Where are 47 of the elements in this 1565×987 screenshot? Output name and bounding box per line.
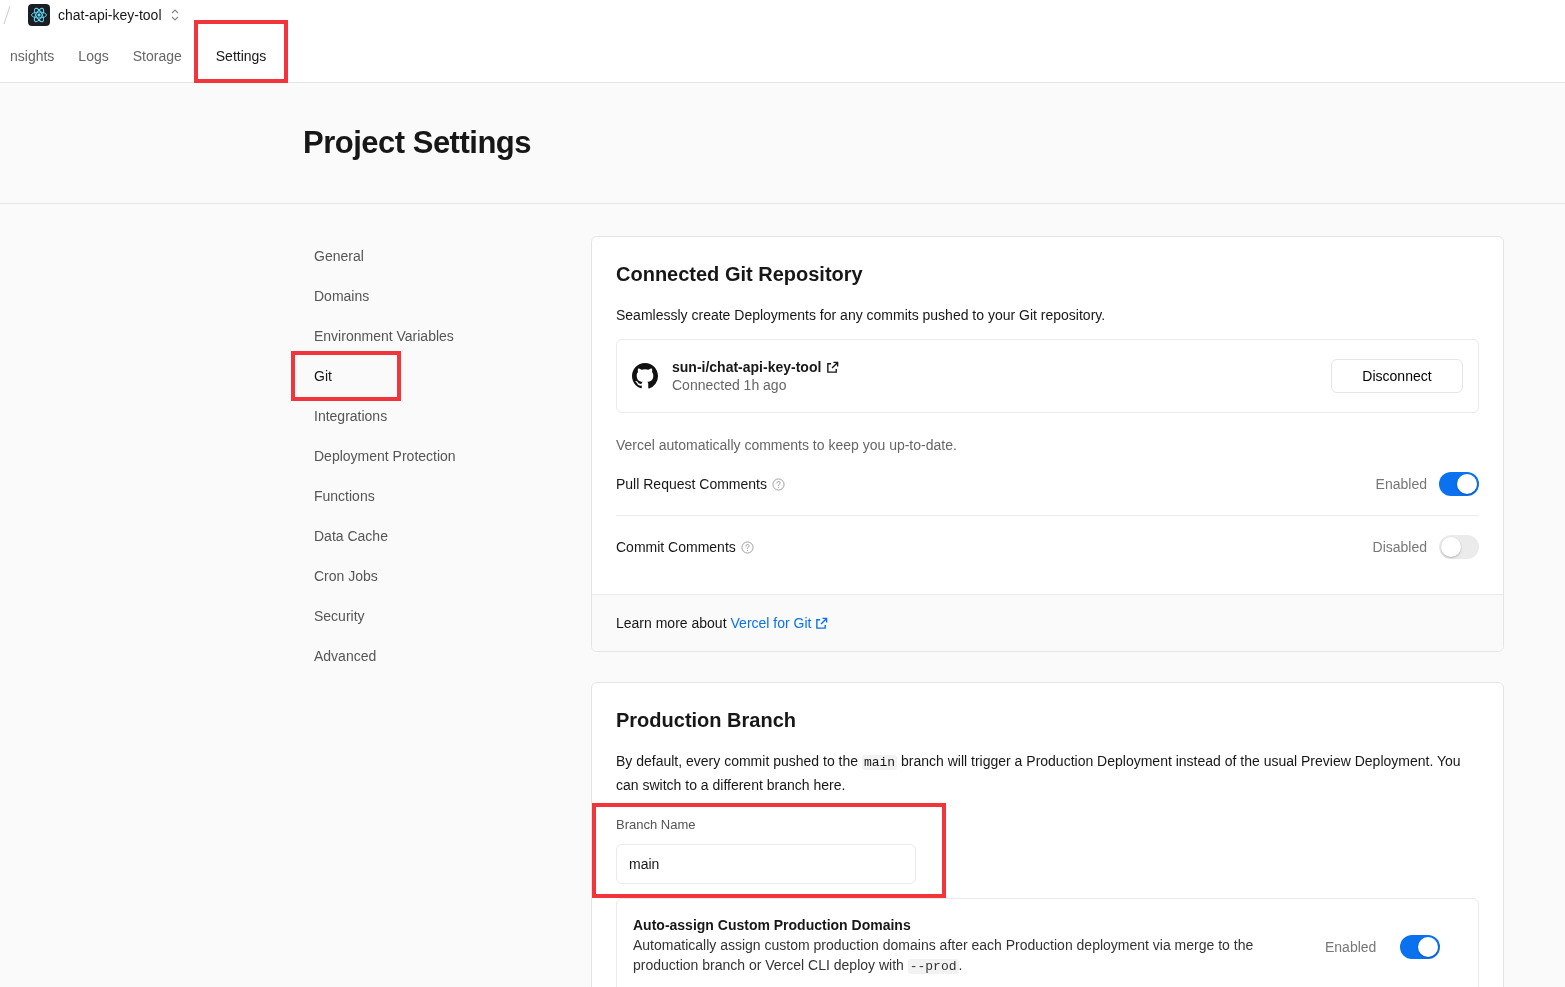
comments-note: Vercel automatically comments to keep you up-to-date. — [616, 437, 958, 453]
slash-separator-icon — [2, 4, 12, 26]
external-link-icon — [815, 616, 829, 630]
setting-label: Commit Comments — [616, 539, 736, 555]
nav-tab[interactable]: nsights — [0, 30, 67, 83]
help-icon — [771, 477, 785, 491]
sidebar-item[interactable]: Deployment Protection — [303, 436, 571, 476]
nav-tab[interactable]: Settings — [203, 30, 279, 83]
toggle-state-label: Enabled — [1375, 476, 1427, 492]
card-description: By default, every commit pushed to the main branch will trigger a Production Deployment instead of the usual Preview Deployment. You can switch to a different branch here. — [616, 752, 1462, 795]
sidebar-item[interactable]: Git — [303, 356, 571, 396]
card-description: Seamlessly create Deployments for any commits pushed to your Git repository. — [616, 306, 1107, 325]
toggle-state-label: Enabled — [1325, 939, 1377, 955]
sidebar-item[interactable]: Security — [303, 596, 571, 636]
disconnect-button[interactable]: Disconnect — [1331, 359, 1463, 393]
toggle-state-label: Disabled — [1372, 539, 1427, 555]
sidebar-item[interactable]: Cron Jobs — [303, 556, 571, 596]
sidebar-item[interactable]: Domains — [303, 276, 571, 316]
nav-tab[interactable]: Logs — [66, 30, 121, 83]
vercel-for-git-link[interactable]: Vercel for Git — [730, 615, 829, 631]
atom-logo-icon — [28, 4, 50, 26]
sidebar-item[interactable]: Advanced — [303, 636, 571, 676]
nav-tab[interactable]: Storage — [120, 30, 194, 83]
card-title: Production Branch — [616, 709, 797, 732]
field-label: Branch Name — [616, 817, 697, 832]
external-link-icon — [826, 360, 840, 374]
connection-status: Connected 1h ago — [672, 377, 788, 393]
help-icon — [740, 540, 754, 554]
setting-title: Auto-assign Custom Production Domains — [633, 917, 912, 933]
github-icon — [632, 363, 658, 389]
project-name[interactable]: chat-api-key-tool — [58, 7, 162, 23]
repository-link[interactable]: sun-i/chat-api-key-tool — [672, 359, 1317, 375]
toggle-switch[interactable] — [1439, 535, 1479, 559]
sidebar-item[interactable]: Integrations — [303, 396, 571, 436]
sidebar-item[interactable]: General — [303, 236, 571, 276]
setting-description: Automatically assign custom production domains after each Production deployment via merge to the production branch or Vercel CLI deploy with --prod. — [633, 936, 1255, 976]
card-title: Connected Git Repository — [616, 263, 864, 286]
sidebar-item[interactable]: Environment Variables — [303, 316, 571, 356]
sidebar-item[interactable]: Functions — [303, 476, 571, 516]
page-title: Project Settings — [303, 125, 531, 161]
setting-label: Pull Request Comments — [616, 476, 767, 492]
toggle-switch[interactable] — [1400, 935, 1441, 959]
chevron-up-down-icon[interactable] — [169, 8, 180, 22]
branch-name-field[interactable]: main — [616, 844, 916, 884]
footer-text: Learn more about — [616, 615, 727, 631]
toggle-switch[interactable] — [1439, 472, 1479, 496]
sidebar-item[interactable]: Data Cache — [303, 516, 571, 556]
